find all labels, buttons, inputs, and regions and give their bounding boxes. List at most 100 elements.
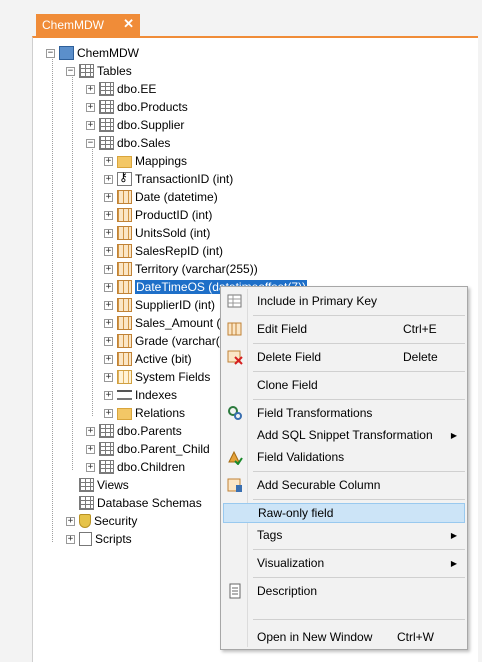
expand-icon[interactable]: + bbox=[86, 84, 95, 94]
folder-icon bbox=[117, 408, 132, 420]
tree-line bbox=[72, 74, 73, 470]
tree-node-system-fields[interactable]: + System Fields bbox=[104, 368, 210, 386]
tree-node-label: SalesRepID (int) bbox=[135, 244, 224, 258]
tree-node-field[interactable]: + Sales_Amount (d bbox=[104, 314, 227, 332]
field-icon bbox=[117, 208, 132, 222]
menu-separator bbox=[253, 315, 465, 316]
tree-node-root[interactable]: − ChemMDW bbox=[46, 44, 139, 62]
tree-node-field[interactable]: + SupplierID (int) bbox=[104, 296, 215, 314]
tree-line bbox=[92, 146, 93, 416]
table-icon bbox=[99, 136, 114, 150]
tree-line bbox=[52, 56, 53, 542]
tree-node-field[interactable]: + TransactionID (int) bbox=[104, 170, 233, 188]
system-fields-icon bbox=[117, 370, 132, 384]
tree-node-label: dbo.Parent_Child bbox=[117, 442, 210, 456]
menu-item-label: Open in New Window bbox=[257, 630, 373, 644]
tree-node-label: Active (bit) bbox=[135, 352, 192, 366]
tree-node-tables[interactable]: − Tables bbox=[66, 62, 132, 80]
expand-icon[interactable]: + bbox=[104, 408, 113, 418]
tree-node-security[interactable]: + Security bbox=[66, 512, 137, 530]
expand-icon[interactable]: + bbox=[104, 390, 113, 400]
tree-node-field[interactable]: + UnitsSold (int) bbox=[104, 224, 210, 242]
tree-node-mappings[interactable]: + Mappings bbox=[104, 152, 187, 170]
menu-separator bbox=[253, 577, 465, 578]
primary-key-icon bbox=[117, 170, 132, 186]
menu-item-edit-field[interactable]: Edit Field Ctrl+E bbox=[223, 319, 465, 339]
tree-node-table[interactable]: + dbo.Supplier bbox=[86, 116, 184, 134]
tree-node-table[interactable]: − dbo.Sales bbox=[86, 134, 170, 152]
edit-field-icon bbox=[227, 321, 243, 337]
tree-node-views[interactable]: Views bbox=[66, 476, 129, 494]
tree-node-field[interactable]: + ProductID (int) bbox=[104, 206, 212, 224]
expand-icon[interactable]: + bbox=[86, 102, 95, 112]
tree-node-label: dbo.Sales bbox=[117, 136, 171, 150]
tree-node-field[interactable]: + Grade (varchar(2 bbox=[104, 332, 226, 350]
tab-chemmdw[interactable]: ChemMDW ✕ bbox=[36, 14, 140, 36]
menu-item-delete-field[interactable]: Delete Field Delete bbox=[223, 347, 465, 367]
tree-node-label: TransactionID (int) bbox=[135, 172, 234, 186]
collapse-icon[interactable]: − bbox=[86, 138, 95, 148]
expand-icon[interactable]: + bbox=[104, 210, 113, 220]
menu-item-clone-field[interactable]: Clone Field bbox=[223, 375, 465, 395]
tree-node-label: Date (datetime) bbox=[135, 190, 218, 204]
menu-item-description[interactable]: Description bbox=[223, 581, 465, 601]
expand-icon[interactable]: + bbox=[104, 228, 113, 238]
menu-item-label: Add SQL Snippet Transformation bbox=[257, 428, 433, 442]
document-tabstrip: ChemMDW ✕ bbox=[0, 0, 482, 36]
expand-icon[interactable]: + bbox=[104, 156, 113, 166]
menu-item-field-transformations[interactable]: Field Transformations bbox=[223, 403, 465, 423]
collapse-icon[interactable]: − bbox=[66, 66, 75, 76]
tree-node-label: Security bbox=[94, 514, 138, 528]
tree-node-indexes[interactable]: + Indexes bbox=[104, 386, 177, 404]
schema-icon bbox=[79, 496, 94, 510]
tree-node-label: SupplierID (int) bbox=[135, 298, 216, 312]
expand-icon[interactable]: + bbox=[104, 372, 113, 382]
menu-item-add-sql-snippet[interactable]: Add SQL Snippet Transformation ▶ bbox=[223, 425, 465, 445]
tree-node-label: Mappings bbox=[135, 154, 188, 168]
expand-icon[interactable]: + bbox=[104, 246, 113, 256]
tree-node-field[interactable]: + Date (datetime) bbox=[104, 188, 218, 206]
expand-icon[interactable]: + bbox=[86, 120, 95, 130]
menu-item-include-pk[interactable]: Include in Primary Key bbox=[223, 291, 465, 311]
tree-node-label: Relations bbox=[135, 406, 186, 420]
expand-icon[interactable]: + bbox=[104, 282, 113, 292]
tree-node-table[interactable]: + dbo.EE bbox=[86, 80, 156, 98]
menu-item-label: Field Transformations bbox=[257, 406, 373, 420]
tree-node-scripts[interactable]: + Scripts bbox=[66, 530, 132, 548]
menu-item-add-securable[interactable]: Add Securable Column bbox=[223, 475, 465, 495]
menu-item-field-validations[interactable]: Field Validations bbox=[223, 447, 465, 467]
menu-item-visualization[interactable]: Visualization ▶ bbox=[223, 553, 465, 573]
submenu-arrow-icon: ▶ bbox=[450, 430, 457, 440]
expand-icon[interactable]: + bbox=[86, 444, 95, 454]
expand-icon[interactable]: + bbox=[104, 264, 113, 274]
expand-icon[interactable]: + bbox=[104, 300, 113, 310]
expand-icon[interactable]: + bbox=[86, 426, 95, 436]
expand-icon[interactable]: + bbox=[66, 516, 75, 526]
expand-icon[interactable]: + bbox=[104, 174, 113, 184]
tree-node-table[interactable]: + dbo.Products bbox=[86, 98, 188, 116]
tree-node-field[interactable]: + Active (bit) bbox=[104, 350, 192, 368]
tree-node-field[interactable]: + Territory (varchar(255)) bbox=[104, 260, 258, 278]
expand-icon[interactable]: + bbox=[104, 354, 113, 364]
tree-node-label: ChemMDW bbox=[77, 46, 139, 60]
expand-icon[interactable]: + bbox=[104, 192, 113, 202]
tree-node-label: Sales_Amount (d bbox=[135, 316, 228, 330]
tree-node-field[interactable]: + SalesRepID (int) bbox=[104, 242, 223, 260]
expand-icon[interactable]: + bbox=[66, 534, 75, 544]
tree-node-label: Views bbox=[97, 478, 129, 492]
menu-item-label: Tags bbox=[257, 528, 283, 542]
tree-node-table[interactable]: + dbo.Parent_Child bbox=[86, 440, 210, 458]
menu-item-tags[interactable]: Tags ▶ bbox=[223, 525, 465, 545]
menu-item-raw-only[interactable]: Raw-only field bbox=[223, 503, 465, 523]
tree-node-relations[interactable]: + Relations bbox=[104, 404, 185, 422]
collapse-icon[interactable]: − bbox=[46, 48, 55, 58]
tree-node-table[interactable]: + dbo.Parents bbox=[86, 422, 182, 440]
menu-item-open-new-window[interactable]: Open in New Window Ctrl+W bbox=[223, 627, 465, 647]
tree-node-table[interactable]: + dbo.Children bbox=[86, 458, 185, 476]
close-icon[interactable]: ✕ bbox=[123, 16, 134, 32]
expand-icon[interactable]: + bbox=[86, 462, 95, 472]
expand-icon[interactable]: + bbox=[104, 318, 113, 328]
expand-icon[interactable]: + bbox=[104, 336, 113, 346]
tab-title: ChemMDW bbox=[42, 18, 104, 32]
tree-node-db-schemas[interactable]: Database Schemas bbox=[66, 494, 202, 512]
